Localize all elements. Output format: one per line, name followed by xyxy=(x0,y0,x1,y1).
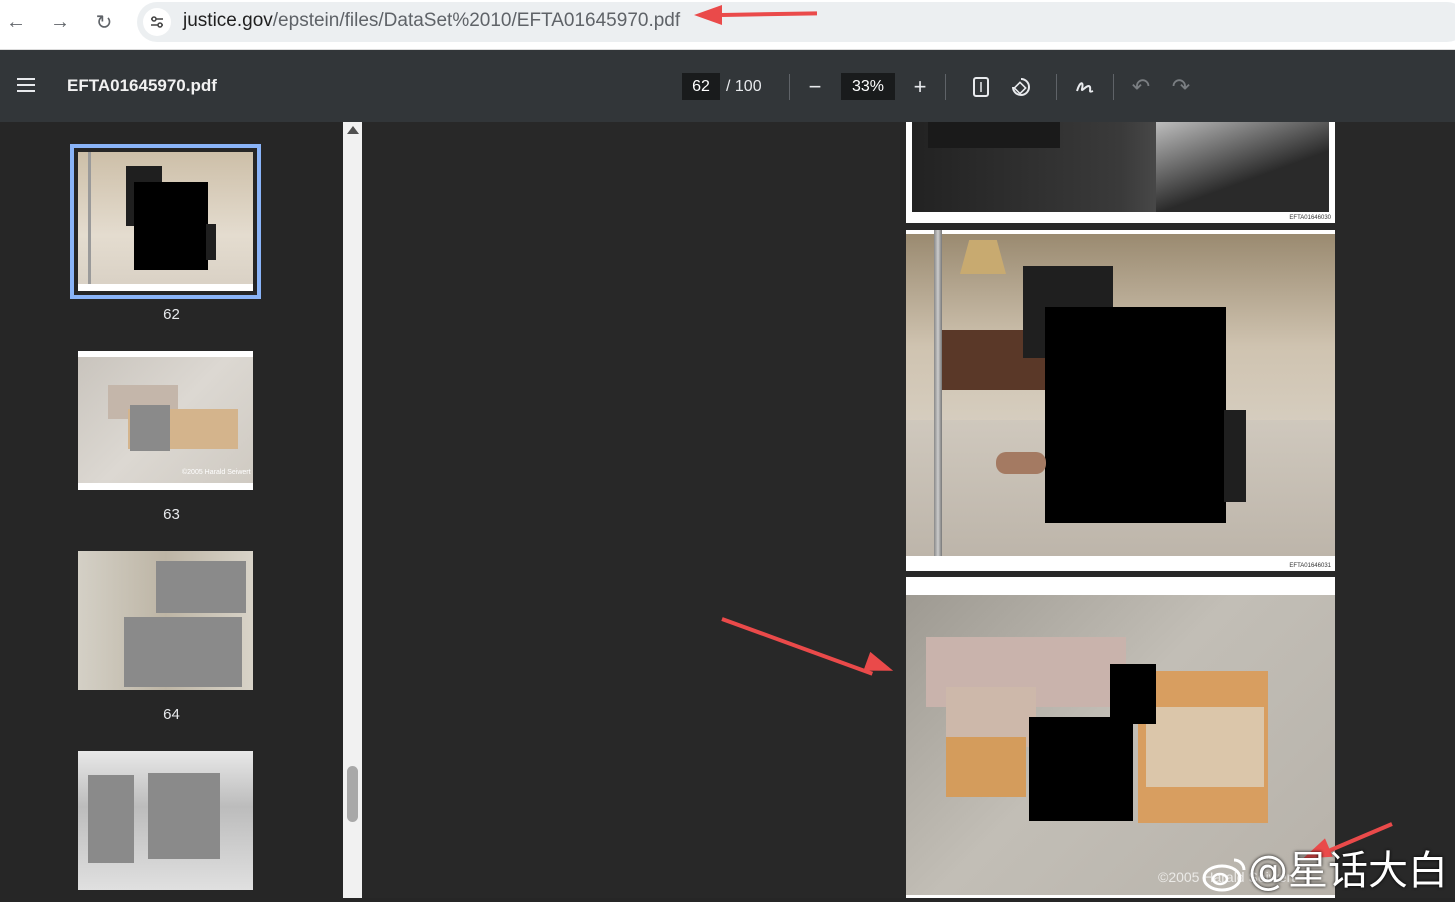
document-title: EFTA01645970.pdf xyxy=(67,76,217,95)
toolbar-divider xyxy=(789,74,790,100)
page-number-input[interactable]: 62 xyxy=(682,73,720,100)
address-bar[interactable]: justice.gov/epstein/files/DataSet%2010/E… xyxy=(137,2,1455,42)
pdf-page: EFTA01646030 xyxy=(906,122,1335,223)
page-code: EFTA01646030 xyxy=(1289,215,1331,221)
watermark-text: @星话大白 xyxy=(1248,848,1448,894)
url-text[interactable]: justice.gov/epstein/files/DataSet%2010/E… xyxy=(183,10,680,32)
scroll-up-icon[interactable] xyxy=(347,126,359,134)
toolbar-divider xyxy=(1056,74,1057,100)
zoom-out-icon[interactable]: − xyxy=(800,72,830,102)
forward-arrow-icon[interactable]: → xyxy=(46,8,74,36)
thumbnail-page-65[interactable] xyxy=(78,751,253,890)
scrollbar-thumb[interactable] xyxy=(347,766,358,822)
thumbnail-label: 63 xyxy=(163,506,180,523)
page-total: / 100 xyxy=(726,78,762,95)
url-domain: justice.gov xyxy=(183,10,273,31)
thumbnail-page-64[interactable] xyxy=(78,551,253,690)
thumbnail-sidebar: 62 ©2005 Harald Seiwert 63 64 xyxy=(0,122,343,898)
page-code: EFTA01646031 xyxy=(1289,563,1331,569)
pdf-page: EFTA01646031 xyxy=(906,230,1335,571)
zoom-input[interactable]: 33% xyxy=(841,73,895,100)
thumbnail-copyright: ©2005 Harald Seiwert xyxy=(182,469,251,476)
weibo-logo-icon xyxy=(1200,854,1248,892)
annotate-draw-icon[interactable] xyxy=(1070,72,1100,102)
url-path: /epstein/files/DataSet%2010/EFTA01645970… xyxy=(272,10,681,31)
sidebar-scrollbar[interactable] xyxy=(343,122,362,898)
rotate-icon[interactable] xyxy=(1006,72,1036,102)
toolbar-divider xyxy=(1113,74,1114,100)
thumbnail-page-62[interactable] xyxy=(70,144,261,299)
redo-icon[interactable]: ↷ xyxy=(1166,72,1196,102)
toolbar-divider xyxy=(945,74,946,100)
undo-icon[interactable]: ↶ xyxy=(1126,72,1156,102)
watermark: @星话大白 xyxy=(1200,838,1448,896)
fit-page-icon[interactable] xyxy=(966,72,996,102)
browser-bar: ← → ↻ justice.gov/epstein/files/DataSet%… xyxy=(0,0,1455,50)
zoom-in-icon[interactable]: + xyxy=(905,72,935,102)
site-info-icon[interactable] xyxy=(143,8,171,36)
thumbnail-page-63[interactable]: ©2005 Harald Seiwert xyxy=(78,351,253,490)
pdf-toolbar: EFTA01645970.pdf 62 / 100 − 33% + ↶ ↷ xyxy=(0,50,1455,122)
menu-icon[interactable] xyxy=(14,74,42,98)
thumbnail-label: 62 xyxy=(163,306,180,323)
thumbnail-label: 64 xyxy=(163,706,180,723)
reload-icon[interactable]: ↻ xyxy=(90,8,118,36)
back-arrow-icon[interactable]: ← xyxy=(2,8,30,36)
document-viewport[interactable]: EFTA01646030 EFTA01646031 ©2005 Harald S… xyxy=(362,122,1455,898)
